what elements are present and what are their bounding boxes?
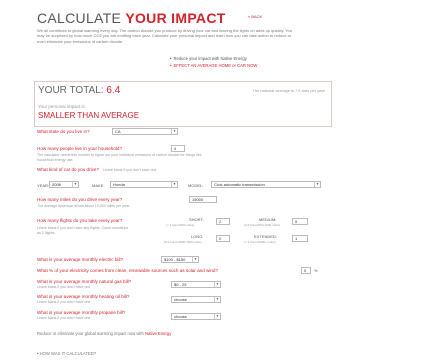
year-select[interactable]: 2006 ▼ [49,181,79,188]
how-calculated-link[interactable]: • HOW WAS IT CALCULATED? [37,351,96,356]
chevron-down-icon: ▼ [171,182,177,187]
model-label: MODEL: [188,183,204,188]
total-heading: YOUR TOTAL: 6.4 [38,85,120,96]
miles-input[interactable]: 15000 [189,196,217,203]
propane-question: What is your average monthly propane bil… [37,310,126,315]
propane-hint: Leave blank if you don't have one [37,316,91,320]
long-label: LONG: [191,234,204,239]
short-flights-input[interactable]: 2 [216,218,230,225]
medium-flights-input[interactable]: 0 [292,218,308,225]
extended-sub: (> 9 hours/3000+ miles) [244,240,276,244]
effect-average-link[interactable]: • EFFECT AN AVERAGE HOME or CAR NOW [170,63,257,70]
long-flights-input[interactable]: 0 [216,235,230,242]
long-sub: (6-9 hours/1000-3000 miles) [164,240,202,244]
oil-hint: Leave blank if you don't have one [37,300,91,304]
household-input[interactable]: 4 [171,145,185,152]
bullet-icon: • [170,56,172,61]
oil-select[interactable]: choose ▼ [171,296,221,303]
make-select[interactable]: Honda ▼ [110,181,178,188]
action-links: • Reduce your impact with Native Energy •… [170,56,257,69]
renewable-input[interactable]: 0 [301,267,311,274]
model-select[interactable]: Civic automatic transmission ▼ [211,181,321,188]
native-energy-link[interactable]: Native Energy [145,331,171,336]
gas-select[interactable]: $0 - 25 ▼ [171,281,221,288]
impact-value: SMALLER THAN AVERAGE [38,111,140,120]
household-question: How many people live in your household? [37,146,123,151]
extended-flights-input[interactable]: 1 [292,235,308,242]
chevron-down-icon: ▼ [192,257,198,262]
medium-sub: (3-6 hours/500-1000 miles) [244,223,281,227]
chevron-down-icon: ▼ [214,282,220,287]
bullet-icon: • [37,351,39,356]
medium-label: MEDIUM: [259,217,277,222]
flights-hint: Leave blank if you don't take any flight… [37,226,129,235]
page-title: CALCULATE YOUR IMPACT [37,10,226,26]
state-question: What state do you live in? [37,129,90,134]
flights-question: How many flights do you take every year? [37,218,123,223]
state-select[interactable]: CA ▼ [112,128,178,135]
title-accent: YOUR IMPACT [125,10,226,26]
propane-select[interactable]: choose ▼ [171,313,221,320]
bullet-icon: • [170,62,172,68]
make-label: MAKE: [92,183,105,188]
chevron-down-icon: ▼ [171,129,177,134]
renewable-question: What % of your electricity comes from cl… [37,268,219,273]
year-label: YEAR: [37,183,50,188]
total-panel: YOUR TOTAL: 6.4 The national average is … [34,81,332,127]
miles-hint: The average American drives about 10,000… [37,204,131,208]
miles-question: How many miles do you drive every year? [37,197,123,202]
electric-question: What is your average monthly electric bi… [37,257,124,262]
percent-unit: % [314,268,318,273]
calculator-page: CALCULATE YOUR IMPACT « BACK We all cont… [0,0,428,360]
short-sub: (< 3 hours/500 miles) [166,223,195,227]
car-hint: Leave blank if you don't have one [103,168,157,172]
impact-label: Your personal impact is: [38,104,86,109]
chevron-down-icon: ▼ [314,182,320,187]
total-label: YOUR TOTAL: [38,85,104,96]
national-average-text: The national average is 7.5 tons per yea… [252,88,325,93]
gas-question: What is your average monthly natural gas… [37,279,132,284]
electric-select[interactable]: $100 - $150 ▼ [161,256,199,263]
gas-hint: Leave blank if you don't have one [37,285,91,289]
chevron-down-icon: ▼ [214,314,220,319]
reduce-footer-text: Reduce or eliminate your global warming … [37,331,172,336]
oil-question: What is your average monthly heating oil… [37,294,130,299]
extended-label: EXTENDED: [254,234,277,239]
car-question: What kind of car do you drive? Leave blan… [37,167,157,172]
short-label: SHORT: [189,217,204,222]
back-link[interactable]: « BACK [248,14,262,19]
household-hint: The calculator needs this number to figu… [37,153,202,162]
chevron-down-icon: ▼ [214,297,220,302]
total-value: 6.4 [106,85,121,96]
chevron-down-icon: ▼ [72,182,78,187]
intro-paragraph: We all contribute to global warming ever… [37,28,292,44]
title-plain: CALCULATE [37,10,126,26]
